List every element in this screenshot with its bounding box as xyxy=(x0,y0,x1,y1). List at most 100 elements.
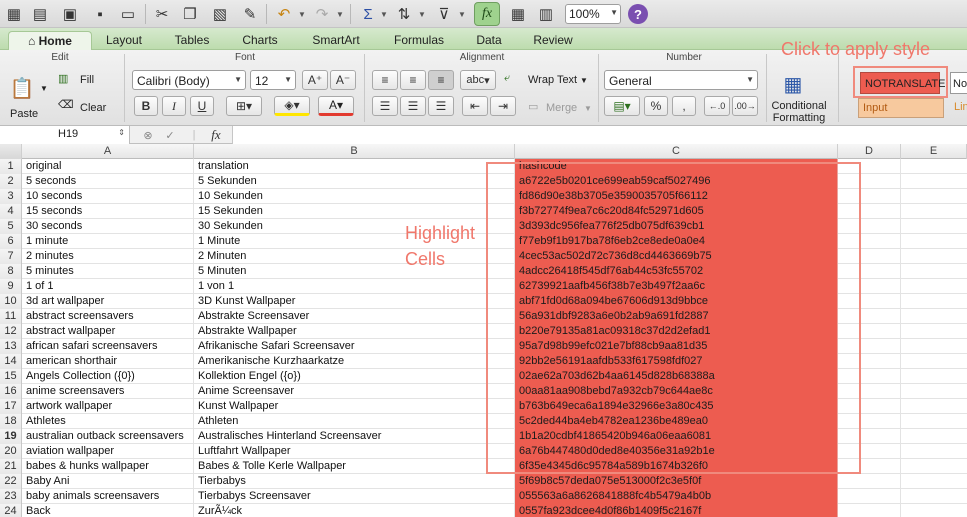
cell-d[interactable] xyxy=(838,489,901,504)
row-header[interactable]: 2 xyxy=(0,174,22,189)
wrap-text-button[interactable]: Wrap Text xyxy=(528,74,577,86)
row-header[interactable]: 13 xyxy=(0,339,22,354)
cell-a[interactable]: abstract screensavers xyxy=(22,309,194,324)
style-input[interactable]: Input xyxy=(858,98,944,118)
cell-a[interactable]: 1 minute xyxy=(22,234,194,249)
cell-c[interactable]: 5f69b8c57deda075e513000f2c3e5f0f xyxy=(515,474,838,489)
style-linked-cell[interactable]: Linked xyxy=(950,98,967,118)
cell-b[interactable]: Kollektion Engel ({o}) xyxy=(194,369,515,384)
align-left-icon[interactable]: ☰ xyxy=(372,96,398,116)
chevron-down-icon[interactable]: ▼ xyxy=(580,76,588,85)
cell-b[interactable]: Australisches Hinterland Screensaver xyxy=(194,429,515,444)
chevron-down-icon[interactable]: ▼ xyxy=(40,84,48,93)
row-header[interactable]: 18 xyxy=(0,414,22,429)
bold-button[interactable]: B xyxy=(134,96,158,116)
cell-a[interactable]: baby animals screensavers xyxy=(22,489,194,504)
paste-button[interactable]: Paste xyxy=(10,108,38,120)
conditional-formatting-icon[interactable]: ▦ xyxy=(778,70,808,98)
cell-b[interactable]: Amerikanische Kurzhaarkatze xyxy=(194,354,515,369)
decrease-indent-icon[interactable]: ⇤ xyxy=(462,96,488,116)
align-right-icon[interactable]: ☰ xyxy=(428,96,454,116)
cell-e[interactable] xyxy=(901,159,967,174)
gallery-icon[interactable]: ▦ xyxy=(506,3,530,25)
cell-b[interactable]: 15 Sekunden xyxy=(194,204,515,219)
column-header-e[interactable]: E xyxy=(901,144,967,159)
cell-a[interactable]: 10 seconds xyxy=(22,189,194,204)
cell-a[interactable]: original xyxy=(22,159,194,174)
cell-e[interactable] xyxy=(901,309,967,324)
increase-decimal-icon[interactable]: ←.0 xyxy=(704,96,730,116)
column-header-b[interactable]: B xyxy=(194,144,515,159)
cell-e[interactable] xyxy=(901,444,967,459)
cell-e[interactable] xyxy=(901,189,967,204)
save-icon[interactable]: ▪ xyxy=(88,3,112,25)
increase-indent-icon[interactable]: ⇥ xyxy=(490,96,516,116)
row-header[interactable]: 19 xyxy=(0,429,22,444)
chevron-down-icon[interactable]: ▼ xyxy=(456,3,468,25)
cell-b[interactable]: Abstrakte Wallpaper xyxy=(194,324,515,339)
cell-c[interactable]: 055563a6a8626841888fc4b5479a4b0b xyxy=(515,489,838,504)
cancel-icon[interactable]: ⊗ xyxy=(140,127,156,143)
cell-b[interactable]: 1 von 1 xyxy=(194,279,515,294)
confirm-icon[interactable]: ✓ xyxy=(162,127,178,143)
cell-b[interactable]: Anime Screensaver xyxy=(194,384,515,399)
tab-formulas[interactable]: Formulas xyxy=(386,31,452,50)
cell-b[interactable]: ZurÃ¼ck xyxy=(194,504,515,517)
cell-b[interactable]: 3D Kunst Wallpaper xyxy=(194,294,515,309)
cell-e[interactable] xyxy=(901,234,967,249)
cell-c[interactable]: 0557fa923dcee4d0f86b1409f5c2167f xyxy=(515,504,838,517)
row-header[interactable]: 5 xyxy=(0,219,22,234)
undo-icon[interactable]: ↶ xyxy=(272,3,296,25)
tab-layout[interactable]: Layout xyxy=(96,31,152,50)
cell-b[interactable]: 5 Minuten xyxy=(194,264,515,279)
cell-b[interactable]: Tierbabys xyxy=(194,474,515,489)
cell-a[interactable]: american shorthair xyxy=(22,354,194,369)
cell-b[interactable]: Athleten xyxy=(194,414,515,429)
row-header[interactable]: 7 xyxy=(0,249,22,264)
row-header[interactable]: 10 xyxy=(0,294,22,309)
tab-smartart[interactable]: SmartArt xyxy=(302,31,370,50)
cell-e[interactable] xyxy=(901,489,967,504)
autosum-icon[interactable]: Σ xyxy=(356,3,380,25)
cell-e[interactable] xyxy=(901,429,967,444)
row-header[interactable]: 24 xyxy=(0,504,22,517)
cell-a[interactable]: african safari screensavers xyxy=(22,339,194,354)
decrease-decimal-icon[interactable]: .00→ xyxy=(732,96,758,116)
currency-icon[interactable]: ▤▾ xyxy=(604,96,640,116)
font-color-icon[interactable]: A▾ xyxy=(318,96,354,116)
chevron-down-icon[interactable]: ▼ xyxy=(296,3,308,25)
formula-input[interactable] xyxy=(232,126,967,144)
grid-icon[interactable]: ▦ xyxy=(2,3,26,25)
percent-button[interactable]: % xyxy=(644,96,668,116)
cell-b[interactable]: Abstrakte Screensaver xyxy=(194,309,515,324)
row-header[interactable]: 1 xyxy=(0,159,22,174)
name-box[interactable]: H19 ⇕ xyxy=(0,126,130,144)
column-header-c[interactable]: C xyxy=(515,144,838,159)
row-header[interactable]: 20 xyxy=(0,444,22,459)
align-center-icon[interactable]: ☰ xyxy=(400,96,426,116)
row-header[interactable]: 17 xyxy=(0,399,22,414)
fill-button[interactable]: Fill xyxy=(80,74,94,86)
open-icon[interactable]: ▣ xyxy=(58,3,82,25)
font-name-select[interactable]: Calibri (Body) ▼ xyxy=(132,70,246,90)
merge-button[interactable]: Merge xyxy=(546,102,577,114)
cell-a[interactable]: babes & hunks wallpaper xyxy=(22,459,194,474)
cell-a[interactable]: anime screensavers xyxy=(22,384,194,399)
clear-button[interactable]: Clear xyxy=(80,102,106,114)
row-header[interactable]: 23 xyxy=(0,489,22,504)
decrease-font-icon[interactable]: A⁻ xyxy=(330,70,356,90)
row-header[interactable]: 3 xyxy=(0,189,22,204)
cell-a[interactable]: Baby Ani xyxy=(22,474,194,489)
row-header[interactable]: 9 xyxy=(0,279,22,294)
column-header-d[interactable]: D xyxy=(838,144,901,159)
cell-e[interactable] xyxy=(901,459,967,474)
cell-b[interactable]: Babes & Tolle Kerle Wallpaper xyxy=(194,459,515,474)
cell-d[interactable] xyxy=(838,504,901,517)
align-top-icon[interactable]: ≡ xyxy=(372,70,398,90)
fill-color-icon[interactable]: ◈▾ xyxy=(274,96,310,116)
cell-e[interactable] xyxy=(901,249,967,264)
paste-icon[interactable]: ▧ xyxy=(208,3,232,25)
chevron-down-icon[interactable]: ▼ xyxy=(584,104,592,113)
cell-a[interactable]: Angels Collection ({0}) xyxy=(22,369,194,384)
cell-a[interactable]: 15 seconds xyxy=(22,204,194,219)
